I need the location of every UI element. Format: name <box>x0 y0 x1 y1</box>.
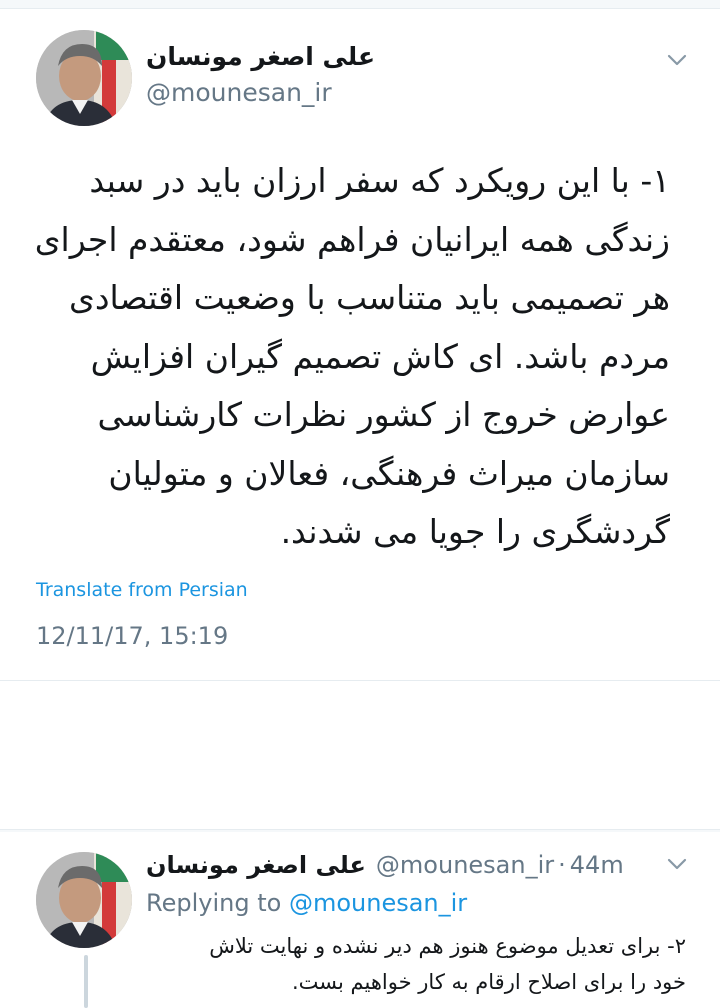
reply-text-line: ۲- برای تعدیل موضوع هنوز هم دیر نشده و ن… <box>209 934 686 958</box>
replying-mention[interactable]: @mounesan_ir <box>289 889 467 917</box>
avatar-portrait <box>36 30 132 126</box>
reply-author-name[interactable]: علی اصغر مونسان <box>146 851 366 879</box>
author-avatar[interactable] <box>36 30 132 126</box>
tweet-text-line: ۱- با این رویکرد که سفر ارزان باید در سب… <box>89 161 670 200</box>
tweet-text-line: هر تصمیمی باید متناسب با وضعیت اقتصادی <box>69 278 670 317</box>
reply-header: علی اصغر مونسان @mounesan_ir · 44m <box>146 848 624 882</box>
thread-line <box>84 955 88 1008</box>
tweet-text-line: زندگی همه ایرانیان فراهم شود، معتقدم اجر… <box>34 219 670 259</box>
separator-dot: · <box>558 851 566 879</box>
avatar-portrait <box>36 852 132 948</box>
chevron-down-icon[interactable] <box>667 858 687 870</box>
reply-author-avatar[interactable] <box>36 852 132 948</box>
replying-to: Replying to @mounesan_ir <box>146 889 467 917</box>
replying-prefix: Replying to <box>146 889 282 917</box>
tweet-text-line: سازمان میراث فرهنگی، فعالان و متولیان <box>108 453 670 493</box>
chevron-down-icon[interactable] <box>667 54 687 66</box>
reply-text: ۲- برای تعدیل موضوع هنوز هم دیر نشده و ن… <box>146 928 686 1000</box>
tweet-timestamp[interactable]: 12/11/17, 15:19 <box>36 622 228 650</box>
reply-text-line: خود را برای اصلاح ارقام به کار خواهیم بس… <box>292 970 686 994</box>
section-gap <box>0 830 720 832</box>
tweet-text-line: عوارض خروج از کشور نظرات کارشناسی <box>97 395 671 434</box>
tweet-text-line: گردشگری را جویا می شدند. <box>280 512 670 551</box>
tweet-text: ۱- با این رویکرد که سفر ارزان باید در سب… <box>30 152 670 562</box>
translate-link[interactable]: Translate from Persian <box>36 579 248 601</box>
top-border <box>0 0 720 9</box>
reply-author-handle[interactable]: @mounesan_ir <box>376 851 554 879</box>
tweet-text-line: مردم باشد. ای کاش تصمیم گیران افزایش <box>90 336 670 376</box>
reply-time[interactable]: 44m <box>570 851 624 879</box>
author-name[interactable]: علی اصغر مونسان <box>146 42 375 71</box>
author-handle[interactable]: @mounesan_ir <box>146 78 332 107</box>
tweet-actions-area <box>0 681 720 831</box>
